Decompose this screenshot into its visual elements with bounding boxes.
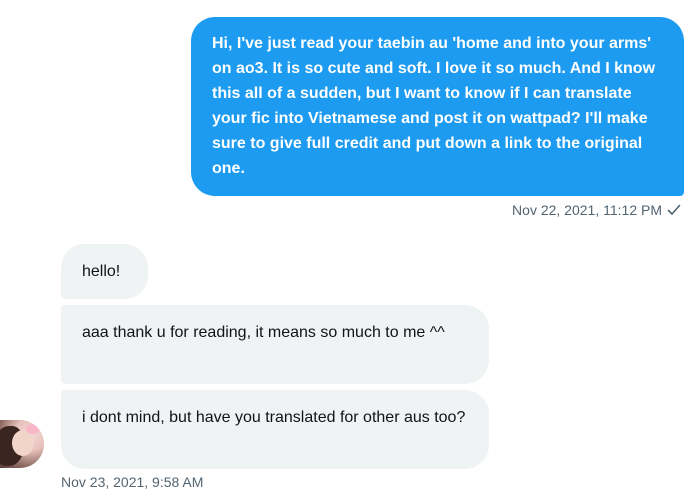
checkmark-icon bbox=[666, 202, 682, 218]
received-message-timestamp: Nov 23, 2021, 9:58 AM bbox=[61, 474, 204, 490]
received-message-text: i dont mind, but have you translated for… bbox=[82, 409, 466, 426]
sent-message-timestamp: Nov 22, 2021, 11:12 PM bbox=[512, 202, 662, 218]
received-message-text: aaa thank u for reading, it means so muc… bbox=[82, 324, 445, 341]
sent-message-bubble[interactable]: Hi, I've just read your taebin au 'home … bbox=[191, 17, 684, 196]
received-message-bubble[interactable]: aaa thank u for reading, it means so muc… bbox=[61, 305, 489, 384]
received-message-text: hello! bbox=[82, 263, 121, 280]
received-message-bubble[interactable]: i dont mind, but have you translated for… bbox=[61, 390, 489, 469]
avatar[interactable] bbox=[0, 420, 44, 468]
sent-message-text: Hi, I've just read your taebin au 'home … bbox=[212, 35, 656, 177]
sent-message-meta: Nov 22, 2021, 11:12 PM bbox=[512, 202, 682, 218]
received-message-bubble[interactable]: hello! bbox=[61, 244, 148, 299]
